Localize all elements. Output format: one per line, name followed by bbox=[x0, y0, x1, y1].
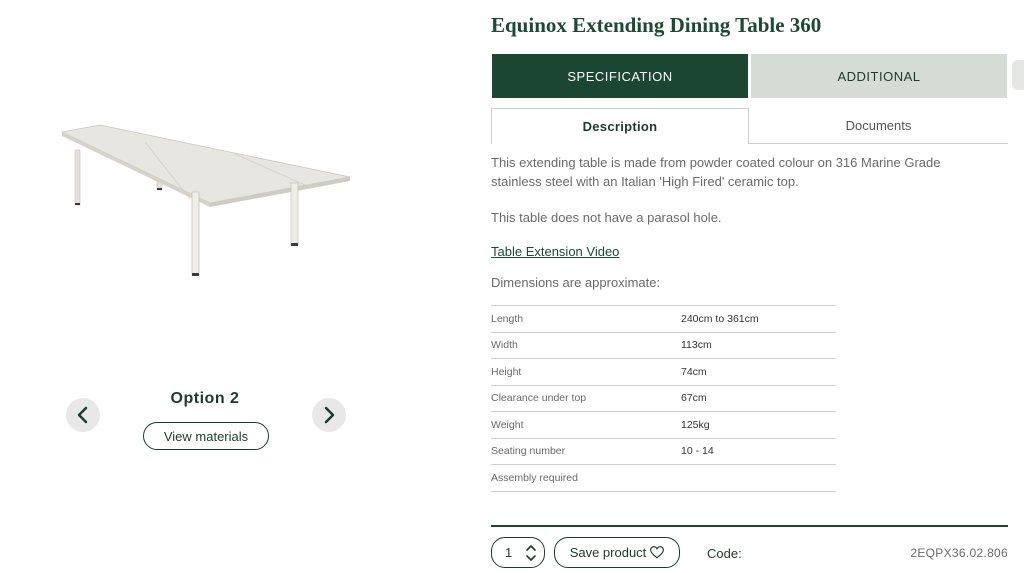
quantity-value: 1 bbox=[505, 545, 513, 560]
product-image bbox=[40, 95, 370, 295]
product-code-value: 2EQPX36.02.806 bbox=[910, 546, 1008, 560]
spec-value: 113cm bbox=[681, 331, 836, 359]
table-row: Assembly required bbox=[491, 464, 836, 492]
spec-value: 74cm bbox=[681, 358, 836, 385]
stepper-arrows-icon[interactable] bbox=[525, 543, 537, 563]
spec-value: 240cm to 361cm bbox=[681, 305, 836, 332]
subtab-description[interactable]: Description bbox=[491, 108, 749, 144]
tab-specification[interactable]: SPECIFICATION bbox=[492, 54, 748, 98]
spec-label: Width bbox=[491, 331, 681, 359]
subtab-documents[interactable]: Documents bbox=[749, 108, 1008, 144]
spec-label: Length bbox=[491, 305, 681, 332]
spec-label: Weight bbox=[491, 411, 681, 438]
spec-label: Clearance under top bbox=[491, 384, 681, 412]
tab-additional[interactable]: ADDITIONAL bbox=[751, 54, 1007, 98]
description-paragraph: This extending table is made from powder… bbox=[491, 155, 941, 189]
spec-value bbox=[681, 464, 836, 492]
product-code-label: Code: bbox=[707, 546, 742, 561]
table-row: Weight 125kg bbox=[491, 411, 836, 438]
table-row: Width 113cm bbox=[491, 331, 836, 359]
spec-value: 67cm bbox=[681, 384, 836, 412]
save-product-label: Save product bbox=[569, 545, 647, 560]
view-materials-button[interactable]: View materials bbox=[143, 422, 269, 450]
next-option-button[interactable] bbox=[312, 398, 346, 432]
spec-label: Height bbox=[491, 358, 681, 385]
specs-table: Length 240cm to 361cm Width 113cm Height 74… bbox=[491, 305, 836, 492]
previous-option-button[interactable] bbox=[66, 398, 100, 432]
quantity-stepper[interactable]: 1 bbox=[491, 537, 545, 568]
chevron-left-icon bbox=[77, 406, 88, 424]
chevron-right-icon bbox=[324, 406, 335, 424]
parasol-note: This table does not have a parasol hole. bbox=[491, 210, 722, 225]
table-extension-video-link[interactable]: Table Extension Video bbox=[491, 244, 619, 259]
option-label: Option 2 bbox=[170, 390, 240, 407]
dimensions-note: Dimensions are approximate: bbox=[491, 275, 661, 290]
tab-scroll-edge bbox=[1012, 60, 1024, 90]
table-row: Clearance under top 67cm bbox=[491, 384, 836, 412]
purchase-divider bbox=[491, 525, 1008, 527]
save-product-button[interactable]: Save product bbox=[554, 537, 680, 568]
table-row: Length 240cm to 361cm bbox=[491, 305, 836, 332]
spec-label: Seating number bbox=[491, 437, 681, 465]
table-row: Seating number 10 - 14 bbox=[491, 437, 836, 465]
product-title: Equinox Extending Dining Table 360 bbox=[491, 13, 822, 37]
subtab-bar: Description Documents bbox=[491, 108, 1008, 144]
heart-icon bbox=[650, 546, 665, 559]
spec-value: 10 - 14 bbox=[681, 437, 836, 465]
table-row: Height 74cm bbox=[491, 358, 836, 385]
spec-label: Assembly required bbox=[491, 464, 681, 492]
spec-value: 125kg bbox=[681, 411, 836, 438]
